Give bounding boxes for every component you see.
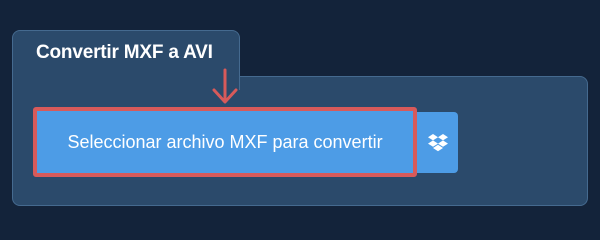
dropbox-icon [427, 133, 448, 151]
select-file-label: Seleccionar archivo MXF para convertir [67, 131, 383, 152]
panel-title: Convertir MXF a AVI [36, 42, 213, 63]
panel-tab-joint [13, 74, 239, 80]
select-file-button[interactable]: Seleccionar archivo MXF para convertir [37, 111, 413, 173]
dropbox-button[interactable] [417, 112, 458, 173]
arrow-down-icon [212, 68, 238, 104]
